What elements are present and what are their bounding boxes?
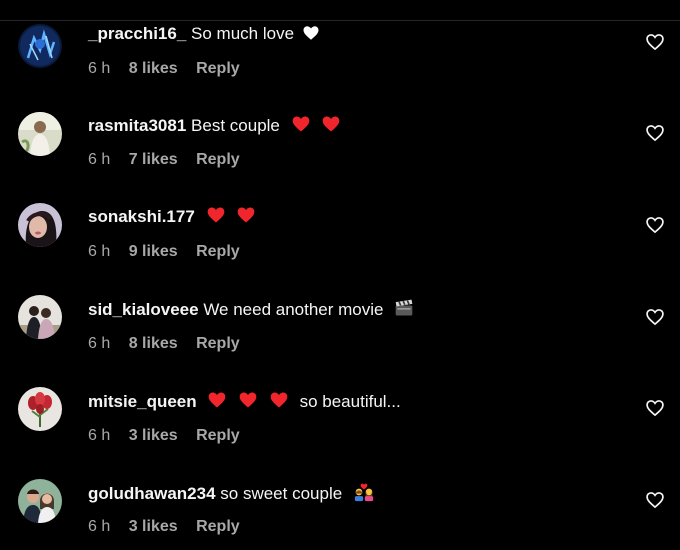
red-heart-icon <box>238 390 258 410</box>
comment-item: sid_kialoveee We need another movie 6 h … <box>0 274 680 366</box>
comment-line: rasmita3081 Best couple <box>88 114 341 137</box>
red-heart-icon <box>269 390 289 410</box>
comment-username[interactable]: rasmita3081 <box>88 116 186 135</box>
comment-time: 6 h <box>88 335 111 352</box>
comment-username[interactable]: sonakshi.177 <box>88 207 195 226</box>
comment-line: _pracchi16_ So much love <box>88 23 320 45</box>
comment-username[interactable]: mitsie_queen <box>88 392 197 411</box>
reply-button[interactable]: Reply <box>196 150 240 170</box>
comment-text: so beautiful... <box>299 392 401 411</box>
comment-item: sonakshi.177 6 h 9 likes Reply <box>0 182 680 274</box>
couple-with-heart-icon <box>353 482 375 502</box>
comment-meta: 6 h 3 likes Reply <box>88 517 240 537</box>
comment-meta: 6 h 8 likes Reply <box>88 334 240 354</box>
comment-time: 6 h <box>88 427 111 444</box>
comment-time: 6 h <box>88 518 111 535</box>
comment-likes[interactable]: 7 likes <box>129 150 178 170</box>
reply-button[interactable]: Reply <box>196 517 240 537</box>
reply-button[interactable]: Reply <box>196 59 240 79</box>
red-heart-icon <box>291 114 311 134</box>
like-heart-icon[interactable] <box>645 215 665 235</box>
white-heart-icon <box>302 24 320 42</box>
red-heart-icon <box>321 114 341 134</box>
red-heart-icon <box>207 390 227 410</box>
comment-likes[interactable]: 3 likes <box>129 517 178 537</box>
avatar[interactable] <box>18 203 62 247</box>
like-heart-icon[interactable] <box>645 398 665 418</box>
comment-text: We need another movie <box>203 300 384 319</box>
comment-likes[interactable]: 8 likes <box>129 59 178 79</box>
reply-button[interactable]: Reply <box>196 426 240 446</box>
avatar[interactable] <box>18 295 62 339</box>
like-heart-icon[interactable] <box>645 123 665 143</box>
reply-button[interactable]: Reply <box>196 242 240 262</box>
comment-meta: 6 h 8 likes Reply <box>88 59 240 79</box>
comment-meta: 6 h 9 likes Reply <box>88 242 240 262</box>
comment-likes[interactable]: 8 likes <box>129 334 178 354</box>
comment-username[interactable]: _pracchi16_ <box>88 24 186 43</box>
avatar[interactable] <box>18 24 62 68</box>
avatar[interactable] <box>18 479 62 523</box>
comment-username[interactable]: sid_kialoveee <box>88 300 199 319</box>
comment-time: 6 h <box>88 151 111 168</box>
like-heart-icon[interactable] <box>645 307 665 327</box>
like-heart-icon[interactable] <box>645 32 665 52</box>
avatar[interactable] <box>18 387 62 431</box>
comment-item: rasmita3081 Best couple 6 h 7 likes Repl… <box>0 91 680 183</box>
comment-time: 6 h <box>88 243 111 260</box>
comment-item: _pracchi16_ So much love 6 h 8 likes Rep… <box>0 0 680 92</box>
reply-button[interactable]: Reply <box>196 334 240 354</box>
red-heart-icon <box>206 205 226 225</box>
red-heart-icon <box>236 205 256 225</box>
comment-time: 6 h <box>88 60 111 77</box>
comment-likes[interactable]: 9 likes <box>129 242 178 262</box>
comment-text: so sweet couple <box>220 484 343 503</box>
comment-line: goludhawan234 so sweet couple <box>88 482 375 505</box>
comment-likes[interactable]: 3 likes <box>129 426 178 446</box>
comment-item: goludhawan234 so sweet couple 6 h 3 like… <box>0 458 680 550</box>
comment-item: mitsie_queen so beautiful... 6 h 3 likes… <box>0 366 680 458</box>
comment-meta: 6 h 3 likes Reply <box>88 426 240 446</box>
comment-text: Best couple <box>191 116 280 135</box>
like-heart-icon[interactable] <box>645 490 665 510</box>
avatar[interactable] <box>18 112 62 156</box>
clapper-board-icon <box>394 298 414 318</box>
comment-line: sonakshi.177 <box>88 205 256 228</box>
comment-username[interactable]: goludhawan234 <box>88 484 216 503</box>
comment-line: sid_kialoveee We need another movie <box>88 298 414 321</box>
comment-meta: 6 h 7 likes Reply <box>88 150 240 170</box>
comment-line: mitsie_queen so beautiful... <box>88 390 401 413</box>
comment-text: So much love <box>191 24 295 43</box>
